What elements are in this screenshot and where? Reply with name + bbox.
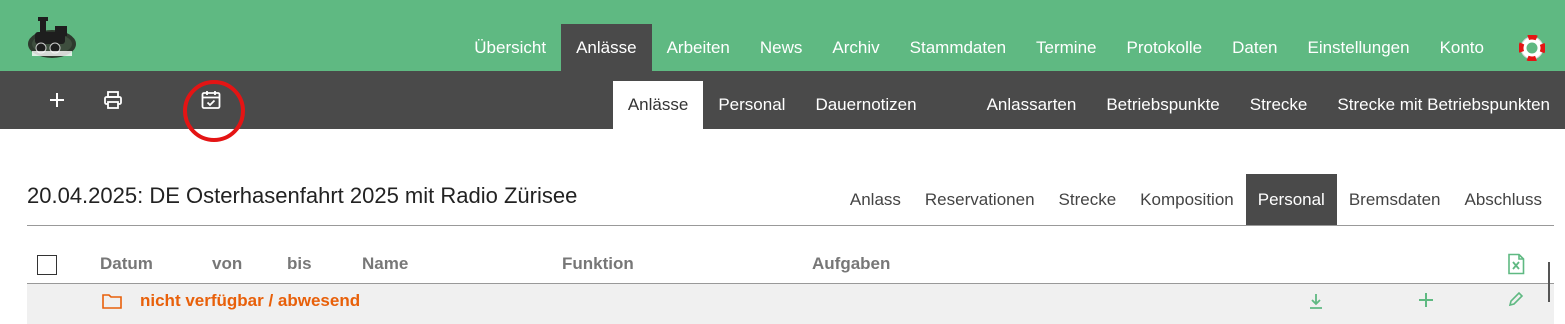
event-tabs: Anlass Reservationen Strecke Komposition… xyxy=(838,174,1554,225)
nav-anlaesse[interactable]: Anlässe xyxy=(561,24,652,71)
subnav-anlaesse[interactable]: Anlässe xyxy=(612,81,704,129)
column-name[interactable]: Name xyxy=(362,254,408,274)
column-funktion[interactable]: Funktion xyxy=(562,254,634,274)
folder-icon xyxy=(102,294,122,309)
tab-komposition[interactable]: Komposition xyxy=(1128,174,1246,225)
add-button[interactable] xyxy=(37,71,77,129)
nav-archiv[interactable]: Archiv xyxy=(817,24,894,71)
tab-abschluss[interactable]: Abschluss xyxy=(1453,174,1554,225)
nav-termine[interactable]: Termine xyxy=(1021,24,1111,71)
nav-arbeiten[interactable]: Arbeiten xyxy=(652,24,745,71)
table-header: Datum von bis Name Funktion Aufgaben xyxy=(27,250,1554,282)
printer-icon xyxy=(104,91,122,109)
subnav-spacer xyxy=(932,81,972,129)
pencil-icon[interactable] xyxy=(1507,290,1525,308)
column-bis[interactable]: bis xyxy=(287,254,312,274)
plus-icon xyxy=(50,93,64,107)
scrollbar[interactable] xyxy=(1548,262,1550,302)
tab-bremsdaten[interactable]: Bremsdaten xyxy=(1337,174,1453,225)
group-row[interactable]: nicht verfügbar / abwesend xyxy=(27,284,1554,324)
subnav-betriebspunkte[interactable]: Betriebspunkte xyxy=(1091,81,1234,129)
title-divider xyxy=(27,225,1554,226)
tab-reservationen[interactable]: Reservationen xyxy=(913,174,1047,225)
subnav-anlassarten[interactable]: Anlassarten xyxy=(972,81,1092,129)
excel-export-icon[interactable] xyxy=(1506,253,1526,275)
nav-uebersicht[interactable]: Übersicht xyxy=(459,24,561,71)
tab-anlass[interactable]: Anlass xyxy=(838,174,913,225)
subnav-strecke-mit-betriebspunkten[interactable]: Strecke mit Betriebspunkten xyxy=(1322,81,1565,129)
nav-stammdaten[interactable]: Stammdaten xyxy=(895,24,1021,71)
column-aufgaben[interactable]: Aufgaben xyxy=(812,254,890,274)
subnav-dauernotizen[interactable]: Dauernotizen xyxy=(800,81,931,129)
main-nav: Übersicht Anlässe Arbeiten News Archiv S… xyxy=(459,24,1565,71)
nav-konto[interactable]: Konto xyxy=(1425,24,1499,71)
select-all-checkbox[interactable] xyxy=(37,255,57,275)
highlight-circle xyxy=(183,80,245,142)
column-von[interactable]: von xyxy=(212,254,242,274)
nav-news[interactable]: News xyxy=(745,24,818,71)
sub-nav: Anlässe Personal Dauernotizen Anlassarte… xyxy=(612,81,1565,129)
nav-einstellungen[interactable]: Einstellungen xyxy=(1292,24,1424,71)
tab-strecke[interactable]: Strecke xyxy=(1047,174,1129,225)
print-button[interactable] xyxy=(93,71,133,129)
tab-personal[interactable]: Personal xyxy=(1245,174,1337,225)
subnav-strecke[interactable]: Strecke xyxy=(1235,81,1323,129)
page-title: 20.04.2025: DE Osterhasenfahrt 2025 mit … xyxy=(27,183,578,208)
add-row-icon[interactable] xyxy=(1418,292,1434,308)
column-datum[interactable]: Datum xyxy=(100,254,153,274)
nav-protokolle[interactable]: Protokolle xyxy=(1112,24,1218,71)
logo-icon[interactable] xyxy=(25,10,79,62)
download-icon[interactable] xyxy=(1307,292,1325,310)
top-bar: Übersicht Anlässe Arbeiten News Archiv S… xyxy=(0,0,1565,71)
group-label: nicht verfügbar / abwesend xyxy=(140,291,361,310)
lifebuoy-icon xyxy=(1519,34,1545,61)
subnav-personal[interactable]: Personal xyxy=(703,81,800,129)
help-button[interactable] xyxy=(1499,24,1565,71)
nav-daten[interactable]: Daten xyxy=(1217,24,1292,71)
